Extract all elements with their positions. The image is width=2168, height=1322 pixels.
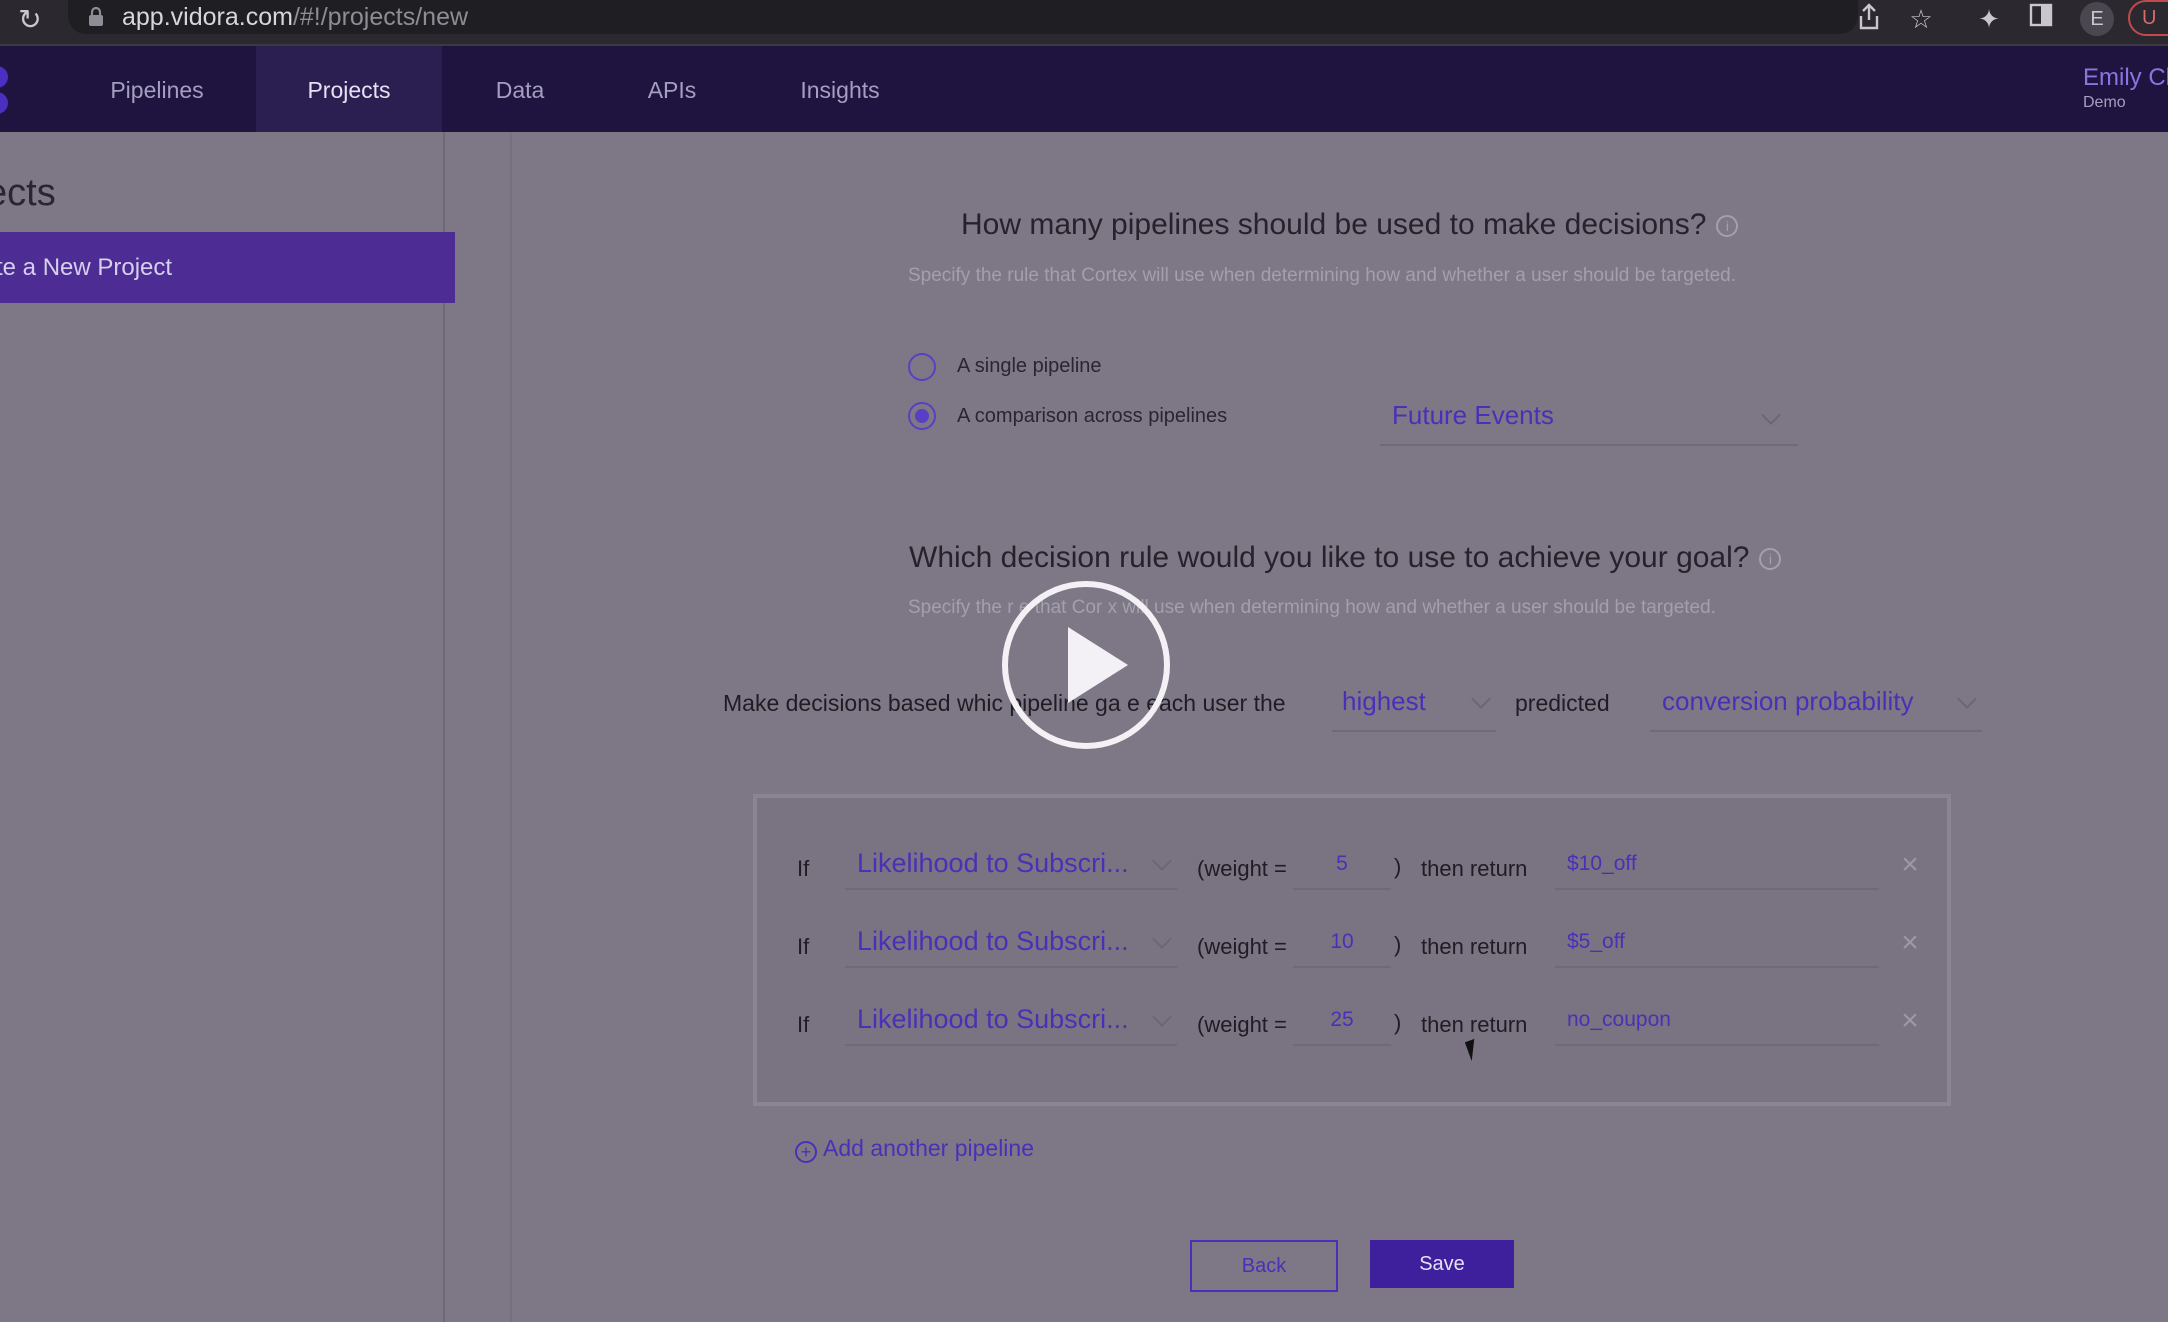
rule-then-label: then return [1421,1012,1528,1037]
close-icon[interactable]: × [1893,1004,1927,1038]
rule-pipeline-value: Likelihood to Subscri... [857,1004,1129,1034]
url-path: /#!/projects/new [292,3,469,31]
lock-icon [89,6,103,26]
user-menu[interactable]: Emily Cl Demo [2083,64,2168,114]
rule-return-input[interactable]: no_coupon [1555,1000,1879,1046]
rank-dropdown[interactable]: highest [1332,678,1496,732]
share-icon[interactable] [1852,2,1886,36]
update-button[interactable]: U [2128,0,2168,36]
radio-comparison-pipelines-label[interactable]: A comparison across pipelines [957,405,1227,428]
rule-paren: ) [1394,1010,1402,1035]
radio-single-pipeline-label[interactable]: A single pipeline [957,355,1102,378]
chevron-down-icon [1151,852,1171,872]
vidora-logo[interactable] [0,66,10,114]
rule-weight-input[interactable]: 10 [1293,922,1391,968]
user-name: Emily Cl [2083,64,2168,91]
pipeline-group-dropdown[interactable]: Future Events [1380,396,1798,446]
rule-pipeline-value: Likelihood to Subscri... [857,926,1129,956]
plus-circle-icon: + [795,1141,817,1163]
chevron-down-icon [1151,930,1171,950]
close-icon[interactable]: × [1893,848,1927,882]
nav-data[interactable]: Data [476,46,564,132]
rule-weight-input[interactable]: 5 [1293,844,1391,890]
add-pipeline-label: Add another pipeline [823,1135,1034,1161]
rank-value: highest [1342,686,1426,716]
metric-value: conversion probability [1662,686,1914,716]
browser-toolbar: ↻ app.vidora.com/#!/projects/new ☆ ✦ E U [0,0,2168,46]
decision-sentence-mid: predicted [1515,690,1610,716]
pipeline-count-question: How many pipelines should be used to mak… [961,208,1739,242]
user-role: Demo [2083,94,2126,111]
pipeline-count-question-text: How many pipelines should be used to mak… [961,208,1707,241]
rule-row: If Likelihood to Subscri... (weight = 5 … [757,844,1947,902]
rule-weight-label: (weight = [1197,856,1287,881]
rule-row: If Likelihood to Subscri... (weight = 10… [757,922,1947,980]
profile-avatar[interactable]: E [2080,2,2114,36]
radio-single-pipeline[interactable] [908,353,936,381]
rule-if-label: If [797,1012,810,1037]
nav-projects[interactable]: Projects [256,46,442,132]
url-host: app.vidora.com [122,3,293,31]
reload-icon[interactable]: ↻ [14,4,46,36]
create-new-project-item[interactable]: te a New Project [0,232,455,303]
side-panel-icon[interactable] [2024,2,2058,36]
rule-pipeline-dropdown[interactable]: Likelihood to Subscri... [845,922,1177,968]
back-button[interactable]: Back [1190,1240,1338,1292]
pipeline-group-value: Future Events [1392,400,1554,430]
metric-dropdown[interactable]: conversion probability [1650,678,1982,732]
rule-pipeline-dropdown[interactable]: Likelihood to Subscri... [845,1000,1177,1046]
decision-rule-question: Which decision rule would you like to us… [909,541,1782,575]
decision-rule-question-text: Which decision rule would you like to us… [909,541,1750,574]
chevron-down-icon [1760,406,1780,426]
play-icon[interactable] [1002,581,1170,749]
nav-pipelines[interactable]: Pipelines [80,46,234,132]
rule-pipeline-dropdown[interactable]: Likelihood to Subscri... [845,844,1177,890]
add-another-pipeline-link[interactable]: + Add another pipeline [795,1135,1034,1163]
rule-weight-input[interactable]: 25 [1293,1000,1391,1046]
projects-sidebar: ects te a New Project [0,132,455,1322]
rule-return-input[interactable]: $5_off [1555,922,1879,968]
puzzle-icon[interactable]: ✦ [1972,2,2006,36]
decision-sentence-prefix: Make decisions based whic pipeline ga e … [723,690,1286,716]
radio-comparison-pipelines[interactable] [908,402,936,430]
rule-weight-label: (weight = [1197,1012,1287,1037]
info-icon[interactable]: i [1716,215,1739,238]
chevron-down-icon [1956,690,1976,710]
url-text[interactable]: app.vidora.com/#!/projects/new [122,2,468,32]
star-icon[interactable]: ☆ [1904,2,1938,36]
save-button[interactable]: Save [1370,1240,1514,1288]
create-new-project-label: te a New Project [0,254,173,281]
rule-paren: ) [1394,932,1402,957]
rule-paren: ) [1394,854,1402,879]
rule-then-label: then return [1421,856,1528,881]
close-icon[interactable]: × [1893,926,1927,960]
pipeline-count-subtitle: Specify the rule that Cortex will use wh… [908,265,1737,286]
pipeline-rules-panel: If Likelihood to Subscri... (weight = 5 … [753,794,1951,1106]
rule-weight-label: (weight = [1197,934,1287,959]
content-divider [510,132,512,1322]
rule-then-label: then return [1421,934,1528,959]
rule-if-label: If [797,934,810,959]
rule-if-label: If [797,856,810,881]
nav-apis[interactable]: APIs [628,46,716,132]
rule-row: If Likelihood to Subscri... (weight = 25… [757,1000,1947,1058]
app-navbar: Pipelines Projects Data APIs Insights Em… [0,46,2168,132]
rule-pipeline-value: Likelihood to Subscri... [857,848,1129,878]
rule-return-input[interactable]: $10_off [1555,844,1879,890]
chevron-down-icon [1470,690,1490,710]
nav-insights[interactable]: Insights [782,46,898,132]
sidebar-title: ects [0,172,56,214]
info-icon[interactable]: i [1759,548,1782,571]
chevron-down-icon [1151,1008,1171,1028]
